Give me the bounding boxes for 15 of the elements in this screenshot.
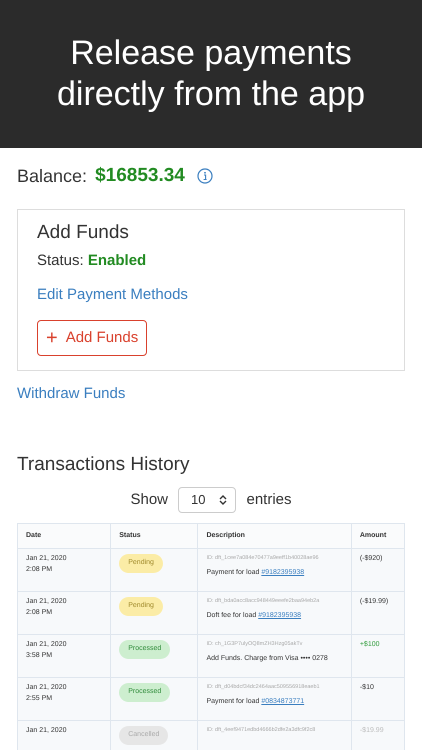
stepper-icon: [219, 494, 228, 506]
page-size-select[interactable]: 10: [178, 487, 236, 513]
show-label: Show: [130, 490, 168, 510]
withdraw-funds-link[interactable]: Withdraw Funds: [17, 383, 126, 406]
status-label: Status:: [37, 252, 85, 270]
info-icon[interactable]: [196, 168, 213, 184]
balance-amount: $16853.34: [95, 164, 185, 188]
card-title: Add Funds: [37, 222, 130, 244]
add-funds-button[interactable]: + Add Funds: [37, 320, 148, 356]
balance-label: Balance:: [17, 164, 88, 188]
entries-label: entries: [246, 490, 292, 510]
edit-payment-methods-link[interactable]: Edit Payment Methods: [37, 286, 188, 303]
headline: Release payments directly from the app: [56, 33, 366, 115]
status-value: Enabled: [88, 252, 146, 270]
section-title: Transactions History: [17, 454, 190, 478]
